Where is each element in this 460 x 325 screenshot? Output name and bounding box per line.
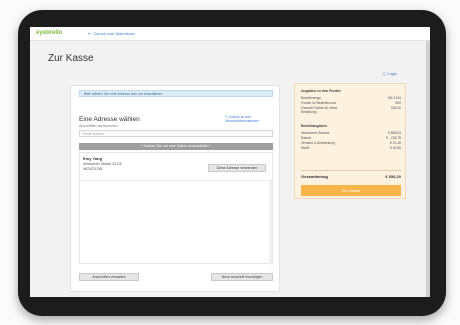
address-street: Ansbacher Straße 33 DE [83,162,122,166]
search-placeholder: Finde suchen [83,132,105,136]
page-scrollbar[interactable] [426,41,430,297]
add-address-button[interactable]: Neue Anschrift hinzufügen [211,273,273,281]
back-link-label: Zurück zum Warenkorb [93,31,135,36]
address-name: Emy Yang [83,156,103,161]
summary-row-value: € 21,46 [390,141,401,145]
total-row: Gesamtbetrag € 656,20 [301,174,401,180]
address-list: Emy Yang Ansbacher Straße 33 DE 98762212… [79,152,274,265]
total-value: € 656,20 [385,174,401,179]
summary-row-value: Stk 1234 [387,96,401,100]
select-dropdown-label: * Suchen Sie, um eine Option auszuwählen… [141,144,211,148]
tablet-screen: eyebrello ↩ Zurück zum Warenkorb Zur Kass… [30,27,430,297]
arrow-left-icon: ↩ [88,31,92,36]
total-label: Gesamtbetrag [301,174,328,179]
summary-row-label: MwSt. [301,146,311,150]
summary-row: MwSt. € 40,56 [301,146,401,151]
shipping-info-link[interactable]: ✎ Zurück zu den Versandinformationen [225,115,279,123]
login-icon: ◯ [382,71,387,76]
summary-row-value: 932,00 [390,106,401,110]
page-title: Zur Kasse [48,53,94,64]
brand-logo[interactable]: eyebrello [36,30,62,36]
summary-row-value: € - 238,75 [386,136,401,140]
summary-row-value: € 889,93 [388,131,401,135]
summary-row: Gesamt Punkte für diese Bestellung 932,0… [301,106,401,115]
top-bar: eyebrello ↩ Zurück zum Warenkorb [30,27,430,41]
section-title: Eine Adresse wählen [79,116,140,123]
login-label: Login [387,71,398,76]
order-summary-panel: Angaben zu den Punkte Bestellmenge Stk 1… [294,83,406,199]
summary-row-label: Warenwert Gesamt [301,131,330,135]
address-list-scrollbar[interactable] [269,181,272,265]
summary-row-label: Versand & Bearbeitung [301,141,335,145]
summary-row-value: € 40,56 [390,146,401,150]
info-message: Bitte wählen Sie eine Adresse aus um for… [79,90,273,97]
order-heading: Bestellangaben [301,124,327,128]
info-message-text: Bitte wählen Sie eine Adresse aus um for… [84,92,163,96]
address-search-input[interactable]: Finde suchen [79,130,273,137]
points-heading: Angaben zu den Punkte [301,89,341,93]
summary-row-label: Bestellmenge [301,96,321,100]
summary-row-label: Rabatt [301,136,311,140]
summary-row-value: 500 [395,101,401,105]
summary-divider [301,170,401,171]
use-address-button[interactable]: Diese Adresse verwenden [208,164,266,172]
address-phone: 9876221245 [83,167,103,171]
login-link[interactable]: ◯ Login [382,71,397,76]
manage-addresses-button[interactable]: Anschriften verwalten [79,273,139,281]
address-panel: Bitte wählen Sie eine Adresse aus um for… [70,85,280,292]
shipping-info-link-label: Zurück zu den Versandinformationen [225,115,260,123]
back-to-cart-link[interactable]: ↩ Zurück zum Warenkorb [88,31,135,36]
checkout-button[interactable]: Zur Kasse [301,185,401,196]
address-card: Emy Yang Ansbacher Straße 33 DE 98762212… [80,153,274,181]
summary-row-label: Punkte im Bestellmonat [301,101,336,105]
section-subtitle: Anschriften durchsuchen [79,124,118,128]
summary-row-label: Gesamt Punkte für diese Bestellung [301,106,338,114]
address-select-dropdown[interactable]: * Suchen Sie, um eine Option auszuwählen… [79,143,273,150]
scene: eyebrello ↩ Zurück zum Warenkorb Zur Kass… [0,0,460,325]
